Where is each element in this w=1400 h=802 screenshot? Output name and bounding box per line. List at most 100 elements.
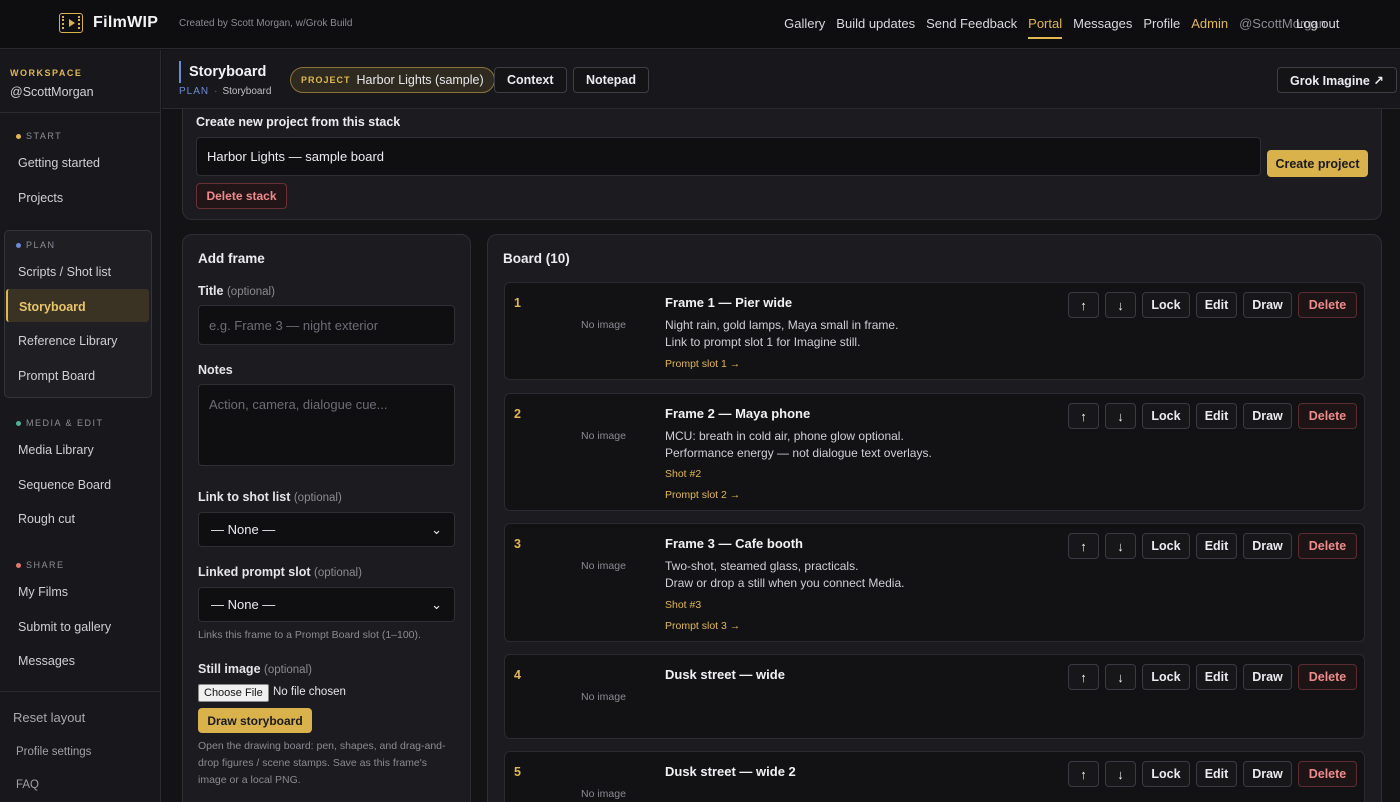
profile-settings-link[interactable]: Profile settings xyxy=(16,746,91,758)
project-name-input[interactable]: Harbor Lights — sample board xyxy=(196,137,1261,176)
nav-build-updates[interactable]: Build updates xyxy=(836,16,915,39)
frame-note-line: Link to prompt slot 1 for Imagine still. xyxy=(665,335,861,349)
lock-button[interactable]: Lock xyxy=(1142,292,1190,318)
shot-link-label: Link to shot list (optional) xyxy=(198,490,342,504)
workspace-label: WORKSPACE xyxy=(10,68,83,78)
frame-title: Dusk street — wide xyxy=(665,667,785,682)
frame-title-input[interactable]: e.g. Frame 3 — night exterior xyxy=(198,305,455,345)
lock-button[interactable]: Lock xyxy=(1142,533,1190,559)
grok-imagine-button[interactable]: Grok Imagine ↗ xyxy=(1277,67,1397,93)
move-down-button[interactable]: ↓ xyxy=(1105,761,1136,787)
credit-text: Created by Scott Morgan, w/Grok Build xyxy=(179,18,353,29)
edit-button[interactable]: Edit xyxy=(1196,664,1237,690)
move-up-button[interactable]: ↑ xyxy=(1068,533,1099,559)
page-title: Storyboard xyxy=(189,64,267,80)
delete-button[interactable]: Delete xyxy=(1298,664,1357,690)
delete-button[interactable]: Delete xyxy=(1298,403,1357,429)
delete-button[interactable]: Delete xyxy=(1298,292,1357,318)
context-button[interactable]: Context xyxy=(494,67,567,93)
board-title: Board (10) xyxy=(503,251,570,266)
nav-send-feedback[interactable]: Send Feedback xyxy=(926,16,1017,39)
chevron-down-icon: ⌄ xyxy=(431,521,442,537)
frame-no-image: No image xyxy=(581,560,626,572)
frame-actions: ↑ ↓ Lock Edit Draw Delete xyxy=(1068,533,1357,559)
shot-link-select[interactable]: — None — ⌄ xyxy=(198,512,455,547)
sidebar-item-projects[interactable]: Projects xyxy=(18,191,63,205)
project-pill-key: PROJECT xyxy=(301,75,351,85)
sidebar-item-my-films[interactable]: My Films xyxy=(18,585,68,599)
edit-button[interactable]: Edit xyxy=(1196,292,1237,318)
frame-actions: ↑ ↓ Lock Edit Draw Delete xyxy=(1068,292,1357,318)
frame-card: 2 No image Frame 2 — Maya phone MCU: bre… xyxy=(504,393,1365,511)
nav-profile[interactable]: Profile xyxy=(1143,16,1180,39)
move-up-button[interactable]: ↑ xyxy=(1068,403,1099,429)
frame-note-line: MCU: breath in cold air, phone glow opti… xyxy=(665,429,904,443)
nav-gallery[interactable]: Gallery xyxy=(784,16,825,39)
top-bar: FilmWIP Created by Scott Morgan, w/Grok … xyxy=(0,0,1400,49)
breadcrumb-plan[interactable]: PLAN xyxy=(179,86,209,97)
sidebar-item-messages[interactable]: Messages xyxy=(18,654,75,668)
sidebar-item-reference-library[interactable]: Reference Library xyxy=(18,334,117,348)
film-logo-icon[interactable] xyxy=(59,13,83,33)
move-down-button[interactable]: ↓ xyxy=(1105,292,1136,318)
draw-button[interactable]: Draw xyxy=(1243,533,1292,559)
frame-number: 3 xyxy=(514,537,521,551)
add-frame-title: Add frame xyxy=(198,251,265,266)
frame-card: 5 No image Dusk street — wide 2 ↑ ↓ Lock… xyxy=(504,751,1365,802)
lock-button[interactable]: Lock xyxy=(1142,664,1190,690)
frame-prompt-link[interactable]: Prompt slot 2 → xyxy=(665,489,740,501)
draw-storyboard-button[interactable]: Draw storyboard xyxy=(198,708,312,733)
draw-button[interactable]: Draw xyxy=(1243,761,1292,787)
logout-link[interactable]: Log out xyxy=(1296,16,1339,31)
frame-prompt-link[interactable]: Prompt slot 3 → xyxy=(665,620,740,632)
faq-link[interactable]: FAQ xyxy=(16,779,39,791)
frame-note-line: Night rain, gold lamps, Maya small in fr… xyxy=(665,318,899,332)
frame-note-line: Performance energy — not dialogue text o… xyxy=(665,446,932,460)
frame-prompt-link[interactable]: Prompt slot 1 → xyxy=(665,358,740,370)
frame-shot-link[interactable]: Shot #2 xyxy=(665,468,701,480)
sidebar-item-prompt-board[interactable]: Prompt Board xyxy=(18,369,95,383)
edit-button[interactable]: Edit xyxy=(1196,533,1237,559)
share-dot-icon xyxy=(16,562,21,568)
edit-button[interactable]: Edit xyxy=(1196,761,1237,787)
brand-name[interactable]: FilmWIP xyxy=(93,14,158,32)
move-down-button[interactable]: ↓ xyxy=(1105,533,1136,559)
lock-button[interactable]: Lock xyxy=(1142,403,1190,429)
delete-stack-button[interactable]: Delete stack xyxy=(196,183,287,209)
reset-layout-button[interactable]: Reset layout xyxy=(13,710,85,725)
sidebar-divider xyxy=(0,691,160,692)
move-down-button[interactable]: ↓ xyxy=(1105,403,1136,429)
draw-button[interactable]: Draw xyxy=(1243,403,1292,429)
create-project-button[interactable]: Create project xyxy=(1267,150,1368,177)
frame-no-image: No image xyxy=(581,319,626,331)
frame-number: 4 xyxy=(514,668,521,682)
start-dot-icon xyxy=(16,133,21,139)
frame-shot-link[interactable]: Shot #3 xyxy=(665,599,701,611)
sidebar-item-media-library[interactable]: Media Library xyxy=(18,443,94,457)
nav-messages[interactable]: Messages xyxy=(1073,16,1132,39)
project-pill-name: Harbor Lights (sample) xyxy=(356,73,484,87)
choose-file-button[interactable]: Choose File xyxy=(198,684,269,702)
sidebar-item-getting-started[interactable]: Getting started xyxy=(18,156,100,170)
nav-admin[interactable]: Admin xyxy=(1191,16,1228,39)
draw-button[interactable]: Draw xyxy=(1243,664,1292,690)
move-up-button[interactable]: ↑ xyxy=(1068,664,1099,690)
delete-button[interactable]: Delete xyxy=(1298,533,1357,559)
sidebar-item-sequence-board[interactable]: Sequence Board xyxy=(18,478,111,492)
delete-button[interactable]: Delete xyxy=(1298,761,1357,787)
draw-button[interactable]: Draw xyxy=(1243,292,1292,318)
move-up-button[interactable]: ↑ xyxy=(1068,761,1099,787)
prompt-slot-select[interactable]: — None — ⌄ xyxy=(198,587,455,622)
move-up-button[interactable]: ↑ xyxy=(1068,292,1099,318)
sidebar-item-scripts[interactable]: Scripts / Shot list xyxy=(18,265,111,279)
frame-notes-textarea[interactable]: Action, camera, dialogue cue... xyxy=(198,384,455,466)
sidebar-item-storyboard[interactable]: Storyboard xyxy=(19,300,86,314)
project-pill[interactable]: PROJECT Harbor Lights (sample) xyxy=(290,67,495,93)
lock-button[interactable]: Lock xyxy=(1142,761,1190,787)
sidebar-item-submit-gallery[interactable]: Submit to gallery xyxy=(18,620,111,634)
sidebar-item-rough-cut[interactable]: Rough cut xyxy=(18,512,75,526)
notepad-button[interactable]: Notepad xyxy=(573,67,649,93)
nav-portal[interactable]: Portal xyxy=(1028,16,1063,39)
edit-button[interactable]: Edit xyxy=(1196,403,1237,429)
move-down-button[interactable]: ↓ xyxy=(1105,664,1136,690)
